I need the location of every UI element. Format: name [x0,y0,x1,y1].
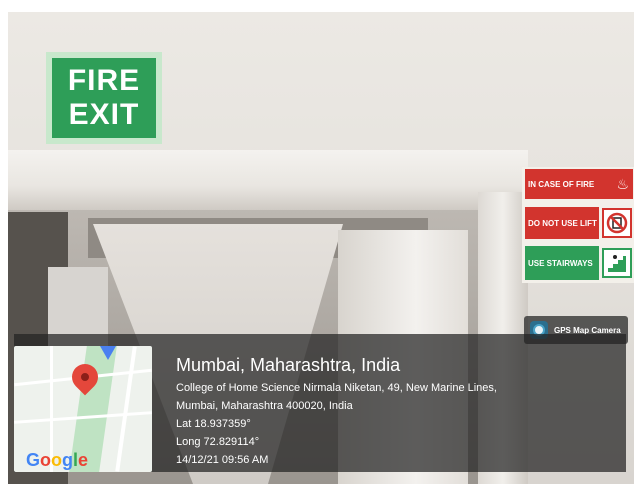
address-line-1: College of Home Science Nirmala Niketan,… [176,382,497,394]
fire-instruction-panel: IN CASE OF FIRE ♨ DO NOT USE LIFT USE ST… [522,167,634,283]
flame-icon: ♨ [616,175,629,192]
use-stairways-row: USE STAIRWAYS [525,246,633,280]
no-lift-row: DO NOT USE LIFT [525,207,633,239]
use-stairways-text: USE STAIRWAYS [528,258,593,268]
address-line-2: Mumbai, Maharashtra 400020, India [176,400,353,412]
latitude: Lat 18.937359° [176,418,251,430]
no-lift-label: DO NOT USE LIFT [525,207,599,239]
map-thumbnail: Google [14,346,152,472]
no-lift-text: DO NOT USE LIFT [528,218,597,228]
in-case-of-fire-text: IN CASE OF FIRE [528,179,595,189]
google-logo: Google [26,450,89,470]
door-lintel [8,150,528,210]
location-info: Mumbai, Maharashtra, India College of Ho… [176,354,626,469]
fire-exit-sign: FIRE EXIT [46,52,162,144]
no-lift-icon [602,208,632,238]
fire-exit-line1: FIRE [67,64,141,97]
location-title: Mumbai, Maharashtra, India [176,355,401,375]
in-case-of-fire-row: IN CASE OF FIRE ♨ [525,169,633,199]
use-stairways-label: USE STAIRWAYS [525,246,599,280]
longitude: Long 72.829114° [176,436,260,448]
timestamp: 14/12/21 09:56 AM [176,454,269,466]
map-road [115,346,137,472]
stairs-icon [602,248,632,278]
fire-exit-line2: EXIT [68,98,140,131]
